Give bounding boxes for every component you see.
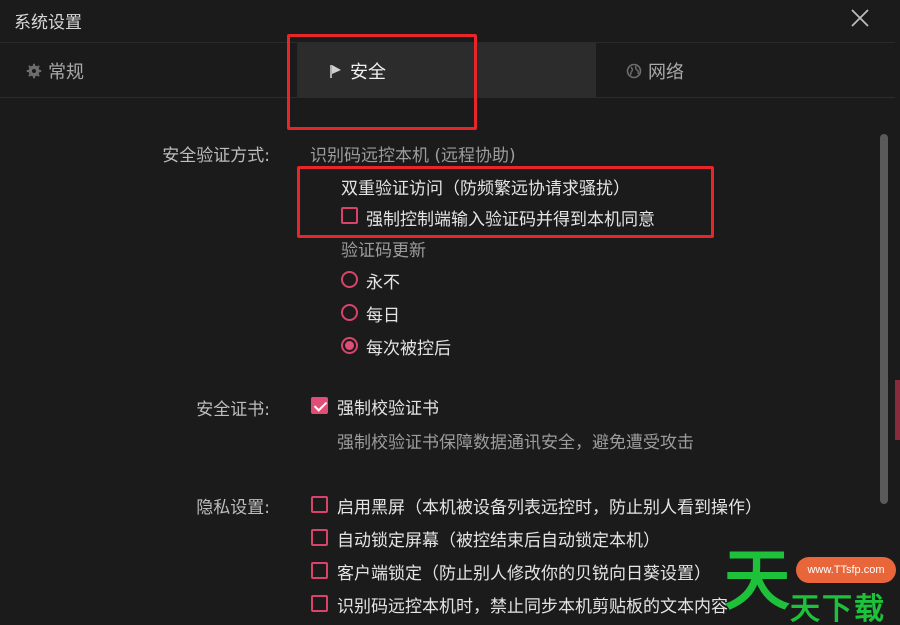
radio-each-time[interactable] [341,337,358,354]
close-icon[interactable] [848,6,872,30]
privacy-clientlock-checkbox[interactable] [311,562,328,579]
globe-icon [626,63,642,78]
scrollbar[interactable] [880,134,888,504]
privacy-blackscreen-checkbox[interactable] [311,496,328,513]
tab-network[interactable]: 网络 [596,43,894,98]
tab-security[interactable]: 安全 [298,43,596,98]
radio-never-label[interactable]: 永不 [366,268,400,293]
privacy-label: 隐私设置: [196,498,270,518]
tab-network-label: 网络 [648,61,684,83]
edge-accent [895,380,900,440]
privacy-autolock-label[interactable]: 自动锁定屏幕（被控结束后自动锁定本机） [337,526,660,551]
gear-icon [26,63,42,78]
certificate-checkbox[interactable] [311,397,328,414]
radio-never[interactable] [341,271,358,288]
security-verify-label: 安全验证方式: [162,146,270,166]
tab-security-label: 安全 [350,61,386,83]
tab-general[interactable]: 常规 [0,43,298,98]
double-verify-label: 双重验证访问（防频繁远协请求骚扰） [341,179,630,199]
code-update-label: 验证码更新 [341,241,426,261]
radio-daily[interactable] [341,304,358,321]
certificate-label: 安全证书: [196,400,270,420]
radio-daily-label[interactable]: 每日 [366,301,400,326]
watermark-brand: 天下载 [790,592,886,625]
privacy-blackscreen-label[interactable]: 启用黑屏（本机被设备列表远控时，防止别人看到操作） [337,493,762,518]
tab-bar: 常规 安全 网络 [0,42,895,98]
title-bar: 系统设置 [0,0,900,42]
window-title: 系统设置 [14,13,82,33]
tab-general-label: 常规 [48,61,84,83]
verify-method-text: 识别码远控本机 (远程协助) [310,146,516,166]
watermark-url: www.TTsfp.com [796,557,896,583]
force-code-label[interactable]: 强制控制端输入验证码并得到本机同意 [366,205,655,230]
certificate-option-label[interactable]: 强制校验证书 [337,394,439,419]
certificate-description: 强制校验证书保障数据通讯安全，避免遭受攻击 [337,433,694,453]
privacy-autolock-checkbox[interactable] [311,529,328,546]
watermark-glyph: 天 [724,542,790,619]
privacy-clipboard-checkbox[interactable] [311,595,328,612]
privacy-clipboard-label[interactable]: 识别码远控本机时，禁止同步本机剪贴板的文本内容 [337,592,728,617]
flag-icon [330,64,341,78]
radio-each-time-label[interactable]: 每次被控后 [366,334,451,359]
privacy-clientlock-label[interactable]: 客户端锁定（防止别人修改你的贝锐向日葵设置） [337,559,711,584]
force-code-checkbox[interactable] [341,207,358,224]
